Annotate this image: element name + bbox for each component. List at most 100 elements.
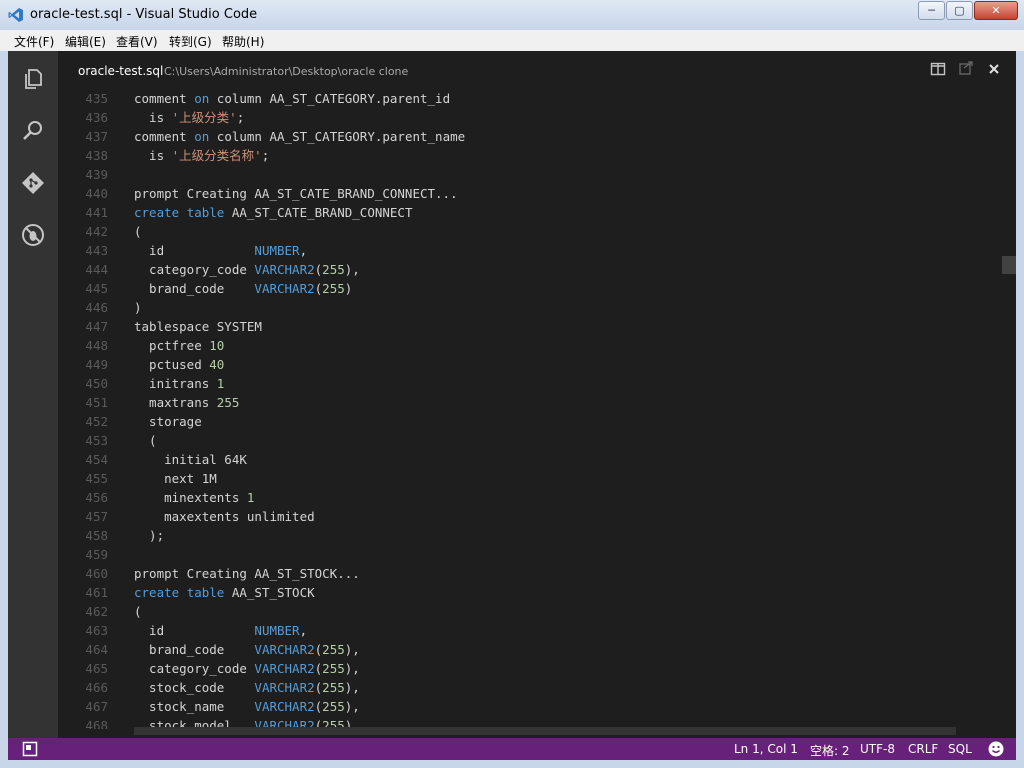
code-token: ), [344, 262, 360, 277]
line-number: 445 [85, 281, 108, 296]
code-token: pctused [134, 357, 210, 372]
menu-goto[interactable]: 转到(G) [169, 33, 212, 50]
code-line[interactable]: 467 stock_name VARCHAR2(255), [58, 697, 1002, 716]
code-line[interactable]: 442 ( [58, 222, 1002, 241]
line-number: 456 [85, 490, 108, 505]
line-number: 462 [85, 604, 108, 619]
code-token: id [134, 243, 255, 258]
code-line[interactable]: 435 comment on column AA_ST_CATEGORY.pare… [58, 89, 1002, 108]
menu-edit[interactable]: 编辑(E) [65, 33, 106, 50]
minimize-button[interactable]: ─ [918, 1, 945, 20]
code-line[interactable]: 453 ( [58, 431, 1002, 450]
code-line[interactable]: 461 create table AA_ST_STOCK [58, 583, 1002, 602]
minimap-slider[interactable] [1002, 256, 1016, 274]
line-number: 443 [85, 243, 108, 258]
close-icon[interactable] [986, 61, 1002, 77]
code-line[interactable]: 445 brand_code VARCHAR2(255) [58, 279, 1002, 298]
open-changes-icon[interactable] [958, 61, 974, 77]
horizontal-scrollbar[interactable] [134, 727, 956, 735]
code-text: is '上级分类'; [134, 108, 244, 127]
split-editor-icon[interactable] [930, 61, 946, 77]
indentation-status[interactable]: 空格: 2 [810, 742, 850, 759]
code-line[interactable]: 466 stock_code VARCHAR2(255), [58, 678, 1002, 697]
code-token: comment [134, 91, 195, 106]
code-token: 255 [322, 699, 345, 714]
code-line[interactable]: 436 is '上级分类'; [58, 108, 1002, 127]
code-line[interactable]: 449 pctused 40 [58, 355, 1002, 374]
code-line[interactable]: 439 [58, 165, 1002, 184]
problems-icon[interactable] [22, 741, 38, 757]
code-text: comment on column AA_ST_CATEGORY.parent_… [134, 89, 450, 108]
code-line[interactable]: 441 create table AA_ST_CATE_BRAND_CONNECT [58, 203, 1002, 222]
code-text: initial 64K [134, 450, 247, 469]
git-icon[interactable] [21, 171, 45, 195]
code-token: prompt Creating AA_ST_STOCK... [134, 566, 360, 581]
code-line[interactable]: 454 initial 64K [58, 450, 1002, 469]
code-line[interactable]: 465 category_code VARCHAR2(255), [58, 659, 1002, 678]
code-token: table [186, 585, 225, 600]
code-text: maxextents unlimited [134, 507, 315, 526]
code-token: create [134, 585, 180, 600]
code-text: create table AA_ST_CATE_BRAND_CONNECT [134, 203, 412, 222]
line-number: 452 [85, 414, 108, 429]
code-line[interactable]: 451 maxtrans 255 [58, 393, 1002, 412]
code-token: ( [134, 224, 142, 239]
code-token: 255 [322, 661, 345, 676]
encoding-status[interactable]: UTF-8 [860, 742, 895, 756]
code-token: 255 [322, 642, 345, 657]
code-text: comment on column AA_ST_CATEGORY.parent_… [134, 127, 465, 146]
code-line[interactable]: 448 pctfree 10 [58, 336, 1002, 355]
code-token: '上级分类名称' [171, 148, 262, 163]
line-number: 448 [85, 338, 108, 353]
editor-tab-filename[interactable]: oracle-test.sql [78, 64, 163, 78]
code-line[interactable]: 452 storage [58, 412, 1002, 431]
language-status[interactable]: SQL [948, 742, 972, 756]
code-line[interactable]: 459 [58, 545, 1002, 564]
code-text: category_code VARCHAR2(255), [134, 659, 360, 678]
code-line[interactable]: 460 prompt Creating AA_ST_STOCK... [58, 564, 1002, 583]
code-line[interactable]: 458 ); [58, 526, 1002, 545]
debug-icon[interactable] [21, 223, 45, 247]
search-icon[interactable] [21, 119, 45, 143]
code-line[interactable]: 457 maxextents unlimited [58, 507, 1002, 526]
line-number: 467 [85, 699, 108, 714]
window-border-left [0, 51, 8, 768]
explorer-icon[interactable] [21, 67, 45, 91]
code-line[interactable]: 463 id NUMBER, [58, 621, 1002, 640]
line-number: 455 [85, 471, 108, 486]
code-line[interactable]: 444 category_code VARCHAR2(255), [58, 260, 1002, 279]
code-text: initrans 1 [134, 374, 224, 393]
code-text: ( [134, 222, 142, 241]
code-line[interactable]: 437 comment on column AA_ST_CATEGORY.pare… [58, 127, 1002, 146]
line-number: 449 [85, 357, 108, 372]
code-line[interactable]: 456 minextents 1 [58, 488, 1002, 507]
close-window-button[interactable]: ✕ [974, 1, 1018, 20]
code-line[interactable]: 450 initrans 1 [58, 374, 1002, 393]
code-line[interactable]: 438 is '上级分类名称'; [58, 146, 1002, 165]
eol-status[interactable]: CRLF [908, 742, 938, 756]
code-line[interactable]: 464 brand_code VARCHAR2(255), [58, 640, 1002, 659]
menu-view[interactable]: 查看(V) [116, 33, 158, 50]
line-number: 468 [85, 718, 108, 729]
code-line[interactable]: 446) [58, 298, 1002, 317]
code-line[interactable]: 455 next 1M [58, 469, 1002, 488]
code-token: initial 64K [134, 452, 247, 467]
code-line[interactable]: 462 ( [58, 602, 1002, 621]
maximize-button[interactable]: ▢ [946, 1, 973, 20]
code-line[interactable]: 440 prompt Creating AA_ST_CATE_BRAND_CONN… [58, 184, 1002, 203]
menu-file[interactable]: 文件(F) [14, 33, 54, 50]
code-text: create table AA_ST_STOCK [134, 583, 315, 602]
code-line[interactable]: 443 id NUMBER, [58, 241, 1002, 260]
code-token: 255 [322, 281, 345, 296]
code-area[interactable]: 435 comment on column AA_ST_CATEGORY.pare… [58, 89, 1002, 729]
code-line[interactable]: 447 tablespace SYSTEM [58, 317, 1002, 336]
code-token: AA_ST_CATE_BRAND_CONNECT [224, 205, 413, 220]
code-token: ), [344, 642, 360, 657]
code-text: tablespace SYSTEM [134, 317, 262, 336]
cursor-position[interactable]: Ln 1, Col 1 [734, 742, 798, 756]
code-text: stock_code VARCHAR2(255), [134, 678, 360, 697]
menu-help[interactable]: 帮助(H) [222, 33, 264, 50]
code-token: ); [134, 528, 165, 543]
feedback-smiley-icon[interactable] [988, 741, 1004, 757]
